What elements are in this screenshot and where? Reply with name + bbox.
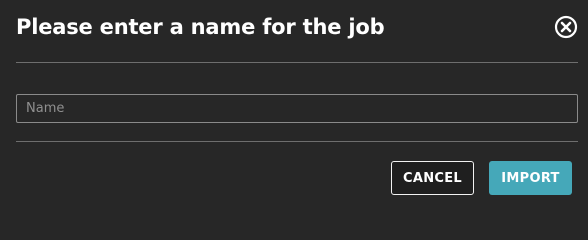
dialog-title: Please enter a name for the job: [16, 15, 385, 39]
job-name-dialog: Please enter a name for the job CANCEL I…: [0, 0, 588, 205]
footer-divider: [16, 141, 578, 142]
name-input[interactable]: [16, 94, 578, 123]
import-button[interactable]: IMPORT: [489, 161, 572, 195]
cancel-button[interactable]: CANCEL: [391, 161, 474, 195]
close-button[interactable]: [554, 15, 578, 39]
header-divider: [16, 62, 578, 63]
close-circle-icon: [554, 15, 578, 39]
